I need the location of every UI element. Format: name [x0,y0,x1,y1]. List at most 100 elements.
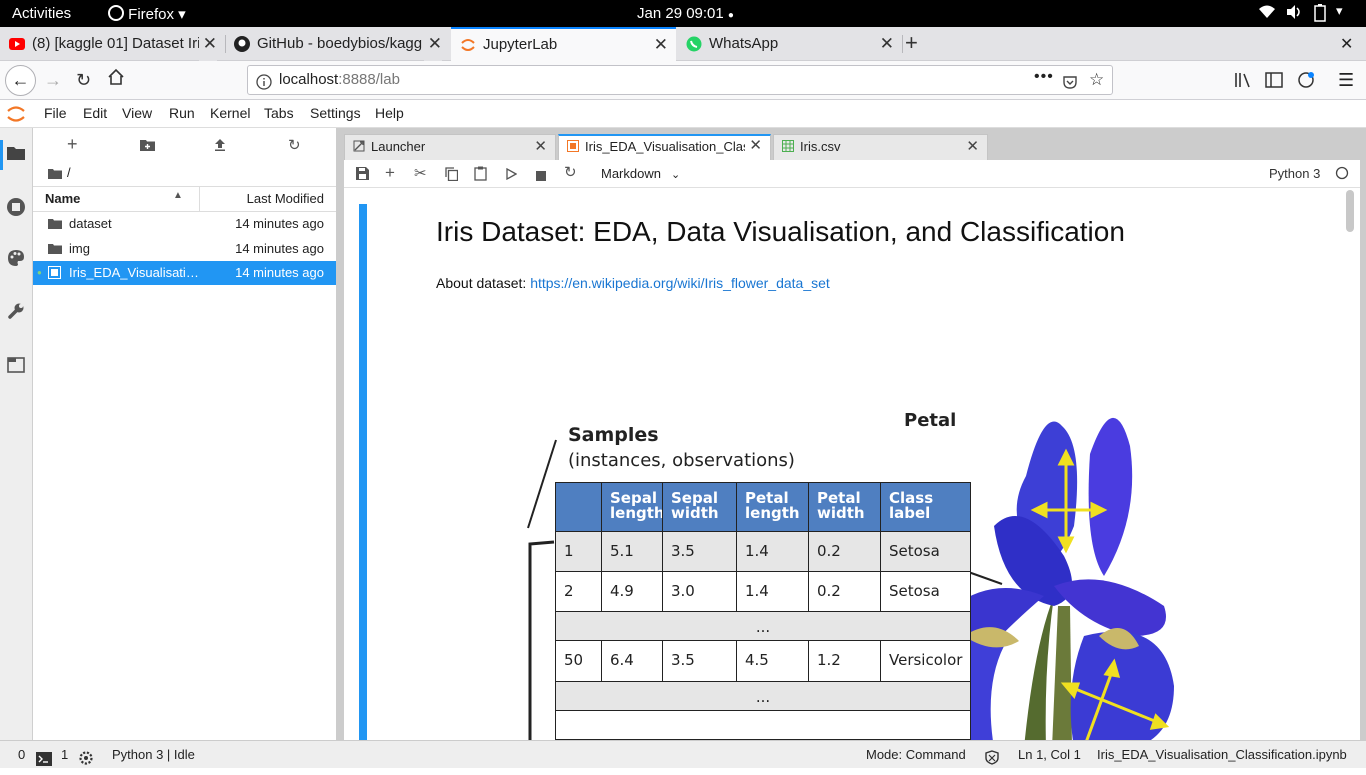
run-icon[interactable] [506,167,518,183]
close-tab-icon[interactable]: ✕ [654,29,668,61]
clock[interactable]: Jan 29 09:01 ● [637,5,734,22]
browser-tab-active[interactable]: JupyterLab ✕ [451,27,676,61]
sidebar-toggle-icon[interactable] [1265,72,1283,91]
kernel-gear-icon[interactable] [79,747,93,774]
file-name: dataset [69,216,112,231]
menu-edit[interactable]: Edit [83,105,107,121]
mode-indicator[interactable]: Mode: Command [866,741,966,768]
save-icon[interactable] [356,167,369,183]
hamburger-menu-icon[interactable]: ☰ [1338,70,1354,91]
system-menu-chevron-icon[interactable]: ▾ [1336,3,1343,19]
back-button[interactable]: ← [5,65,36,96]
name-column-header[interactable]: Name [45,191,80,206]
page-actions-icon[interactable]: ••• [1034,63,1054,91]
file-row[interactable]: dataset 14 minutes ago [33,212,336,236]
sort-ascending-icon[interactable]: ▲ [173,190,183,201]
scrollbar-thumb[interactable] [1346,190,1354,232]
panel-splitter[interactable] [336,128,344,740]
table-cell: 0.2 [808,531,881,572]
activities-button[interactable]: Activities [12,5,71,22]
status-count[interactable]: 0 [18,741,25,768]
battery-icon[interactable] [1314,4,1326,26]
table-cell: 1.4 [736,571,809,612]
running-sessions-icon[interactable] [5,197,27,219]
bookmark-star-icon[interactable]: ☆ [1089,71,1104,88]
file-modified: 14 minutes ago [235,241,324,256]
breadcrumb[interactable]: / [67,165,71,180]
volume-icon[interactable] [1285,4,1303,24]
paste-icon[interactable] [474,166,487,184]
main-dock-area: Launcher ✕ Iris_EDA_Visualisation_Classi… [344,128,1366,740]
upload-icon[interactable] [214,138,226,156]
account-icon[interactable] [1297,71,1315,92]
file-browser-icon[interactable] [5,143,27,165]
stop-icon[interactable] [536,168,546,184]
modified-column-header[interactable]: Last Modified [247,191,324,206]
wikipedia-link[interactable]: https://en.wikipedia.org/wiki/Iris_flowe… [530,275,830,291]
cursor-position[interactable]: Ln 1, Col 1 [1018,741,1081,768]
reload-button[interactable]: ↻ [76,69,91,91]
file-modified: 14 minutes ago [235,216,324,231]
table-header-cell: Class label [880,482,971,532]
library-icon[interactable] [1234,72,1252,91]
close-window-icon[interactable]: ✕ [1340,34,1353,54]
menu-view[interactable]: View [122,105,152,121]
home-icon[interactable] [107,68,125,91]
cut-icon[interactable]: ✂ [414,164,427,182]
terminal-count[interactable]: 1 [61,741,68,768]
close-tab-icon[interactable]: ✕ [966,135,979,159]
kernel-status[interactable]: Python 3 | Idle [112,741,195,768]
file-row-selected[interactable]: ● Iris_EDA_Visualisation_Classification.… [33,261,336,285]
doc-tab-active[interactable]: Iris_EDA_Visualisation_Classification.ip… [558,134,771,161]
insert-cell-button[interactable]: + [385,163,395,183]
menu-file[interactable]: File [44,105,67,121]
notebook-icon [567,140,579,152]
menu-settings[interactable]: Settings [310,105,361,121]
wrench-icon[interactable] [5,302,27,324]
file-row[interactable]: img 14 minutes ago [33,237,336,261]
menu-run[interactable]: Run [169,105,195,121]
kernel-name[interactable]: Python 3 [1269,166,1320,181]
notebook-scrollbar[interactable] [1346,190,1354,738]
chevron-down-icon: ⌄ [670,169,681,181]
restart-icon[interactable]: ↻ [564,163,577,181]
close-tab-icon[interactable]: ✕ [749,136,762,157]
firefox-app-menu[interactable]: Firefox ▾ [108,5,186,23]
about-prefix: About dataset: [436,275,531,291]
cell-type-select[interactable]: Markdown ⌄ [601,166,680,181]
forward-button[interactable]: → [44,69,62,91]
doc-tab[interactable]: Launcher ✕ [344,134,556,160]
tabs-panel-icon[interactable] [5,356,27,378]
notebook-body[interactable]: Iris Dataset: EDA, Data Visualisation, a… [344,188,1360,740]
doc-tab[interactable]: Iris.csv ✕ [773,134,988,160]
palette-icon[interactable] [5,249,27,271]
close-tab-icon[interactable]: ✕ [198,27,217,61]
browser-tab[interactable]: WhatsApp ✕ [677,27,902,61]
copy-icon[interactable] [445,167,459,184]
new-tab-button[interactable]: + [905,30,918,56]
close-tab-icon[interactable]: ✕ [423,27,442,61]
menu-help[interactable]: Help [375,105,404,121]
new-folder-icon[interactable] [140,138,155,156]
site-info-icon[interactable] [256,72,272,100]
url-bar[interactable]: localhost:8888/lab ••• ☆ [247,65,1113,95]
whatsapp-icon [686,36,702,52]
pocket-icon[interactable] [1062,72,1078,100]
close-tab-icon[interactable]: ✕ [880,27,894,61]
close-tab-icon[interactable]: ✕ [534,135,547,159]
new-launcher-button[interactable]: + [67,134,78,155]
browser-tab-strip: (8) [kaggle 01] Dataset Iri ✕ GitHub - b… [0,27,1366,61]
menu-tabs[interactable]: Tabs [264,105,294,121]
trust-shield-icon[interactable] [985,747,999,774]
status-bar: 0 1 Python 3 | Idle Mode: Command Ln 1, … [0,740,1366,768]
menu-kernel[interactable]: Kernel [210,105,250,121]
browser-tab[interactable]: GitHub - boedybios/kagg ✕ [225,27,450,61]
doc-tab-label: Iris_EDA_Visualisation_Classification.ip… [585,139,745,154]
table-cell: Versicolor [880,640,971,682]
refresh-icon[interactable]: ↻ [288,136,301,154]
app-menu-label: Firefox [128,6,175,23]
table-ellipsis-row: ... [555,681,971,711]
wifi-icon[interactable] [1258,4,1276,24]
breadcrumb-folder-icon[interactable] [48,167,62,182]
browser-tab[interactable]: (8) [kaggle 01] Dataset Iri ✕ [0,27,225,61]
